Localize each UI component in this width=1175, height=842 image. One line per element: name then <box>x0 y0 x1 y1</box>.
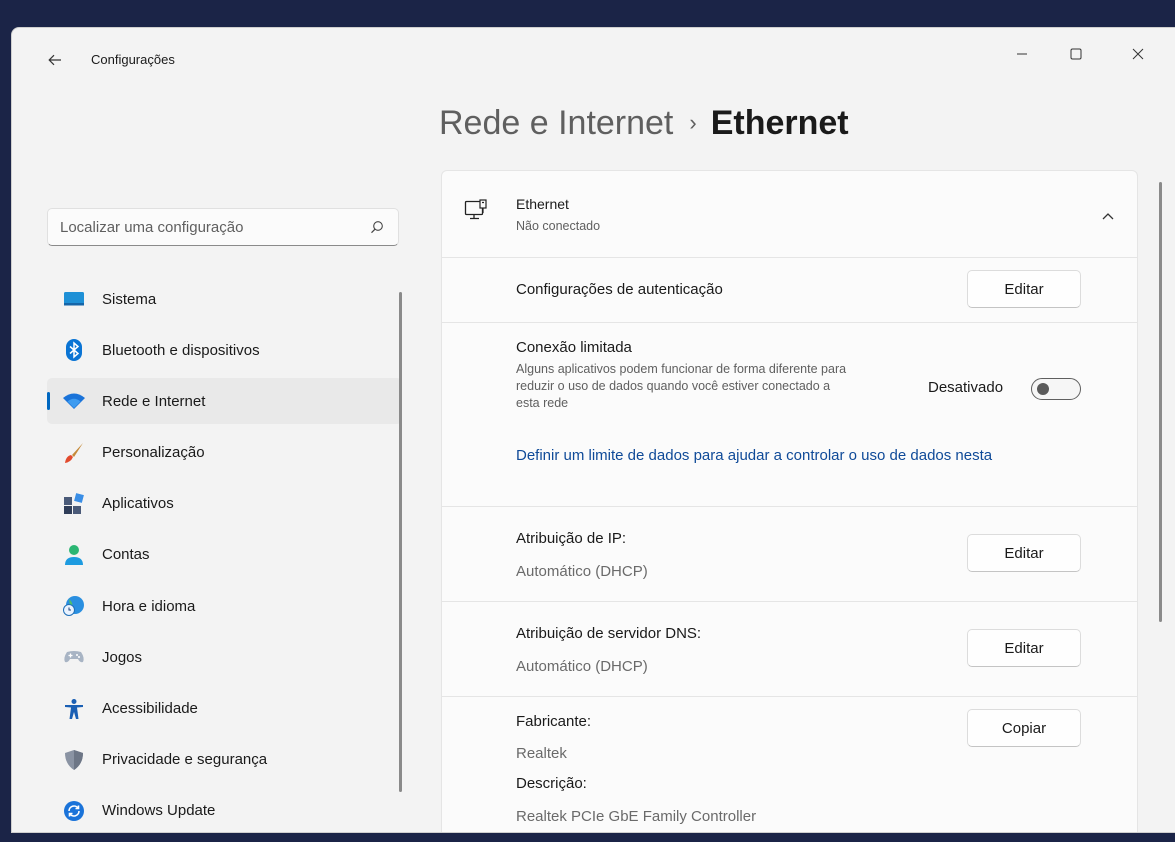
collapse-button[interactable] <box>1097 205 1119 227</box>
search-box <box>47 208 399 246</box>
sidebar-item-label: Sistema <box>102 290 157 308</box>
app-title: Configurações <box>91 52 175 67</box>
sidebar-item-bluetooth[interactable]: Bluetooth e dispositivos <box>47 327 402 373</box>
description-value: Realtek PCIe GbE Family Controller <box>516 808 757 825</box>
sidebar-item-label: Hora e idioma <box>102 597 196 615</box>
sidebar-item-label: Bluetooth e dispositivos <box>102 341 260 359</box>
bluetooth-icon <box>66 339 82 362</box>
sidebar-item-jogos[interactable]: Jogos <box>47 634 402 680</box>
ethernet-card: Ethernet Não conectado Configurações de … <box>441 170 1138 832</box>
sidebar-item-label: Contas <box>102 546 150 564</box>
ethernet-header[interactable]: Ethernet Não conectado <box>442 171 1137 258</box>
manufacturer-value: Realtek <box>516 745 567 762</box>
properties-row: Fabricante: Realtek Descrição: Realtek P… <box>442 696 1137 832</box>
dns-assignment-row: Atribuição de servidor DNS: Automático (… <box>442 601 1137 697</box>
ip-assignment-label: Atribuição de IP: <box>516 530 627 547</box>
close-button[interactable] <box>1115 36 1161 72</box>
auth-edit-button[interactable]: Editar <box>967 270 1081 308</box>
auth-settings-row: Configurações de autenticação Editar <box>442 257 1137 323</box>
sidebar-item-acessibilidade[interactable]: Acessibilidade <box>47 686 402 732</box>
title-bar: Configurações <box>12 28 1175 90</box>
main-scrollbar[interactable] <box>1159 182 1162 622</box>
sidebar-item-privacidade[interactable]: Privacidade e segurança <box>47 737 402 783</box>
toggle-knob <box>1037 383 1049 395</box>
ip-assignment-value: Automático (DHCP) <box>516 563 648 580</box>
ethernet-status: Não conectado <box>516 219 601 233</box>
data-limit-link[interactable]: Definir um limite de dados para ajudar a… <box>516 447 1086 464</box>
sidebar-item-label: Acessibilidade <box>102 700 198 717</box>
ip-edit-button[interactable]: Editar <box>967 534 1081 572</box>
close-icon <box>1132 48 1144 60</box>
sidebar-item-label: Aplicativos <box>102 495 174 513</box>
back-arrow-icon <box>48 54 61 66</box>
chevron-up-icon <box>1102 213 1114 220</box>
ip-assignment-row: Atribuição de IP: Automático (DHCP) Edit… <box>442 506 1137 602</box>
page-title: Ethernet <box>710 104 849 142</box>
sidebar-item-aplicativos[interactable]: Aplicativos <box>47 481 402 527</box>
sidebar-item-sistema[interactable]: Sistema <box>47 276 402 322</box>
dns-assignment-label: Atribuição de servidor DNS: <box>516 625 702 642</box>
dns-assignment-value: Automático (DHCP) <box>516 658 648 675</box>
sidebar-item-contas[interactable]: Contas <box>47 532 402 578</box>
settings-window: Configurações Rede e Internet › Ethernet S… <box>11 27 1175 833</box>
sidebar-item-rede[interactable]: Rede e Internet <box>47 378 402 425</box>
globe-clock-icon <box>63 596 84 617</box>
metered-connection-row: Conexão limitada Alguns aplicativos pode… <box>442 322 1137 507</box>
search-input[interactable] <box>60 209 360 245</box>
sidebar-nav: Sistema Bluetooth e dispositivos Rede e … <box>47 276 402 832</box>
sidebar-item-label: Windows Update <box>102 802 216 820</box>
shield-icon <box>65 749 83 770</box>
breadcrumb-separator: › <box>689 110 697 135</box>
search-icon[interactable] <box>370 220 384 234</box>
minimize-button[interactable] <box>999 36 1045 72</box>
metered-toggle[interactable] <box>1031 378 1081 400</box>
sidebar-item-windows-update[interactable]: Windows Update <box>47 788 402 832</box>
copy-button[interactable]: Copiar <box>967 709 1081 747</box>
monitor-icon <box>64 292 84 306</box>
breadcrumb-parent[interactable]: Rede e Internet <box>439 104 673 142</box>
maximize-button[interactable] <box>1053 36 1099 72</box>
apps-icon <box>64 492 84 514</box>
sidebar-item-personalizacao[interactable]: Personalização <box>47 430 402 476</box>
sidebar-item-label: Personalização <box>102 444 205 462</box>
description-label: Descrição: <box>516 775 587 792</box>
brush-icon <box>65 442 83 463</box>
person-icon <box>65 544 83 565</box>
metered-label: Conexão limitada <box>516 339 632 356</box>
accessibility-icon <box>65 698 83 719</box>
ethernet-icon <box>464 199 487 220</box>
metered-toggle-label: Desativado <box>928 379 1004 396</box>
ethernet-title: Ethernet <box>516 196 569 212</box>
sidebar-scrollbar[interactable] <box>399 292 402 792</box>
wifi-icon <box>63 393 85 410</box>
sidebar-item-hora-idioma[interactable]: Hora e idioma <box>47 583 402 629</box>
maximize-icon <box>1070 48 1082 60</box>
update-icon <box>64 800 84 821</box>
sidebar-item-label: Rede e Internet <box>102 392 206 410</box>
minimize-icon <box>1017 53 1027 55</box>
back-button[interactable] <box>42 47 68 73</box>
breadcrumb: Rede e Internet › Ethernet <box>439 104 849 143</box>
manufacturer-label: Fabricante: <box>516 713 592 730</box>
auth-settings-label: Configurações de autenticação <box>516 281 723 298</box>
metered-description: Alguns aplicativos podem funcionar de fo… <box>516 362 847 410</box>
sidebar-item-label: Privacidade e segurança <box>102 751 268 769</box>
gamepad-icon <box>64 651 84 663</box>
dns-edit-button[interactable]: Editar <box>967 629 1081 667</box>
sidebar-item-label: Jogos <box>102 648 143 666</box>
